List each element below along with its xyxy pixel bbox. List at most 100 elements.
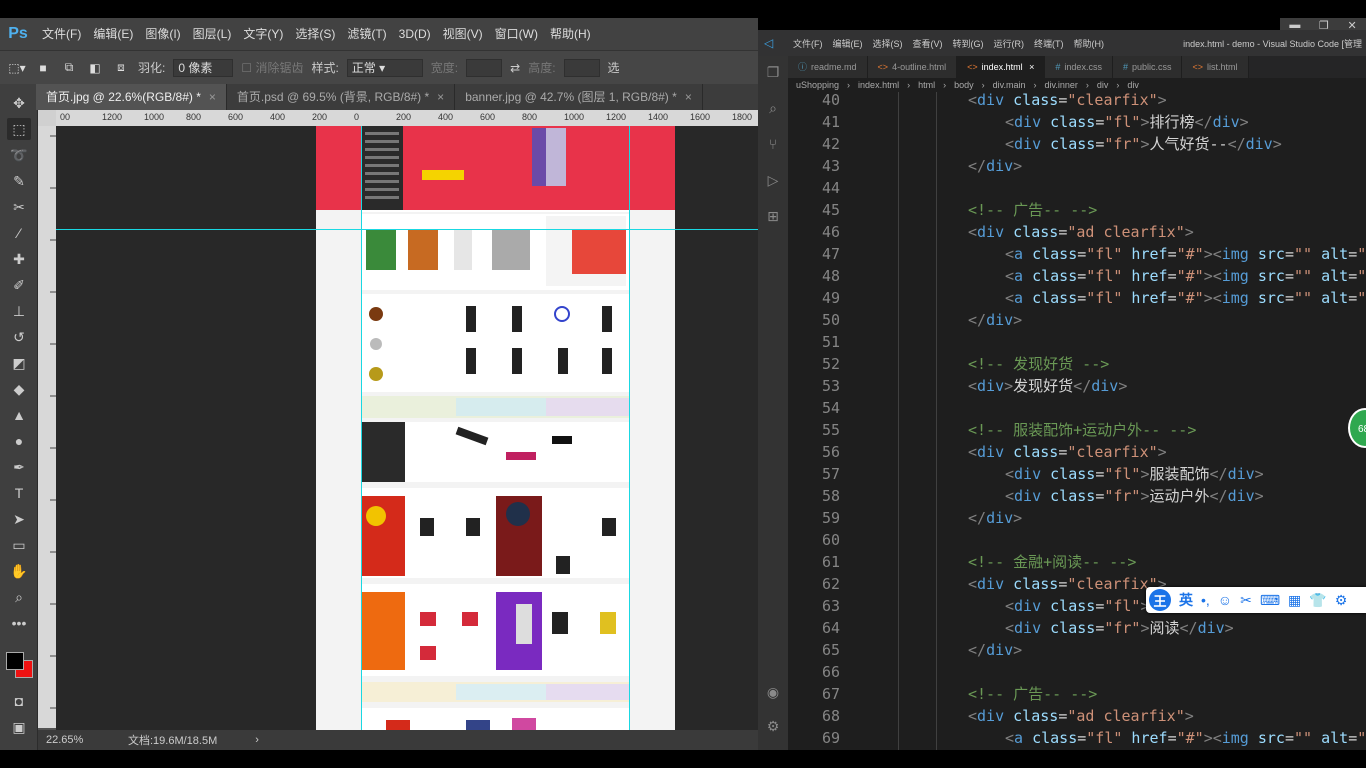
extensions-icon[interactable]: ⊞ (763, 206, 783, 226)
breadcrumb-item[interactable]: div (1127, 80, 1139, 90)
paint-bucket-icon[interactable]: ◆ (7, 378, 31, 400)
code-line[interactable]: 47 <a class="fl" href="#"><img src="" alt… (788, 243, 1366, 265)
vs-menu-item[interactable]: 编辑(E) (828, 37, 868, 50)
swap-icon[interactable]: ⇄ (510, 61, 520, 75)
ps-menu-item[interactable]: 帮助(H) (544, 18, 597, 50)
intersect-selection-icon[interactable]: ⧈ (112, 59, 130, 77)
ps-doc-tab[interactable]: banner.jpg @ 42.7% (图层 1, RGB/8#) * × (455, 84, 703, 110)
ps-menu-item[interactable]: 窗口(W) (489, 18, 544, 50)
vs-editor-tab[interactable]: # public.css (1112, 56, 1183, 78)
blur-tool-icon[interactable]: ▲ (7, 404, 31, 426)
vs-menu-item[interactable]: 查看(V) (908, 37, 948, 50)
stamp-tool-icon[interactable]: ⊥ (7, 300, 31, 322)
code-line[interactable]: 40 <div class="clearfix"> (788, 92, 1366, 111)
eyedropper-tool-icon[interactable]: ⁄ (7, 222, 31, 244)
settings-gear-icon[interactable]: ⚙ (763, 716, 783, 736)
ime-logo[interactable]: 王 (1149, 589, 1171, 611)
close-icon[interactable]: × (1027, 62, 1034, 72)
code-line[interactable]: 43 </div> (788, 155, 1366, 177)
breadcrumb-item[interactable]: div.inner (1044, 80, 1077, 90)
code-line[interactable]: 55 <!-- 服装配饰+运动户外-- --> (788, 419, 1366, 441)
rectangle-tool-icon[interactable]: ▭ (7, 534, 31, 556)
path-select-icon[interactable]: ➤ (7, 508, 31, 530)
quick-select-tool-icon[interactable]: ✎ (7, 170, 31, 192)
ps-menu-item[interactable]: 文件(F) (36, 18, 87, 50)
code-line[interactable]: 57 <div class="fl">服装配饰</div> (788, 463, 1366, 485)
code-line[interactable]: 46 <div class="ad clearfix"> (788, 221, 1366, 243)
ps-menu-item[interactable]: 视图(V) (437, 18, 489, 50)
history-brush-icon[interactable]: ↺ (7, 326, 31, 348)
breadcrumb-item[interactable]: div.main (993, 80, 1026, 90)
screen-mode-icon[interactable]: ▣ (7, 716, 31, 738)
add-selection-icon[interactable]: ⧉ (60, 59, 78, 77)
ps-menu-item[interactable]: 3D(D) (393, 18, 437, 50)
search-icon[interactable]: ⌕ (763, 98, 783, 118)
ime-skin-icon[interactable]: ▦ (1288, 592, 1301, 609)
dodge-tool-icon[interactable]: ● (7, 430, 31, 452)
vs-menu-item[interactable]: 终端(T) (1029, 37, 1069, 50)
code-line[interactable]: 59 </div> (788, 507, 1366, 529)
lasso-tool-icon[interactable]: ➰ (7, 144, 31, 166)
account-icon[interactable]: ◉ (763, 682, 783, 702)
quick-mask-icon[interactable]: ◘ (7, 690, 31, 712)
vs-menu-item[interactable]: 转到(G) (948, 37, 989, 50)
breadcrumb-item[interactable]: uShopping (796, 80, 839, 90)
vertical-guide-right[interactable] (629, 126, 630, 731)
marquee-tool-icon[interactable]: ⬚▾ (8, 59, 26, 77)
vs-editor-tab[interactable]: # index.css (1045, 56, 1113, 78)
breadcrumb-item[interactable]: html (918, 80, 935, 90)
healing-brush-icon[interactable]: ✚ (7, 248, 31, 270)
ime-keyboard-icon[interactable]: ⌨ (1260, 592, 1280, 609)
vs-editor-tab[interactable]: <> 4-outline.html (867, 56, 958, 78)
ps-doc-tab[interactable]: 首页.psd @ 69.5% (背景, RGB/8#) * × (227, 84, 456, 110)
code-line[interactable]: 56 <div class="clearfix"> (788, 441, 1366, 463)
vs-menu-item[interactable]: 选择(S) (868, 37, 908, 50)
style-select[interactable]: 正常 ▾ (346, 58, 423, 77)
ps-menu-item[interactable]: 编辑(E) (87, 18, 139, 50)
close-icon[interactable]: × (685, 90, 692, 104)
ps-canvas[interactable] (56, 126, 758, 731)
code-line[interactable]: 61 <!-- 金融+阅读-- --> (788, 551, 1366, 573)
foreground-color-swatch[interactable] (6, 652, 24, 670)
vertical-guide-left[interactable] (361, 126, 362, 731)
move-tool-icon[interactable]: ✥ (7, 92, 31, 114)
vs-menu-item[interactable]: 文件(F) (788, 37, 828, 50)
code-line[interactable]: 44 (788, 177, 1366, 199)
vs-editor-tab[interactable]: ⓘ readme.md (788, 56, 868, 78)
vs-editor-tab[interactable]: <> list.html (1182, 56, 1249, 78)
width-input[interactable] (466, 58, 503, 77)
code-line[interactable]: 69 <a class="fl" href="#"><img src="" alt… (788, 727, 1366, 749)
code-line[interactable]: 53 <div>发现好货</div> (788, 375, 1366, 397)
ps-menu-item[interactable]: 选择(S) (289, 18, 341, 50)
code-line[interactable]: 58 <div class="fr">运动户外</div> (788, 485, 1366, 507)
code-line[interactable]: 66 (788, 661, 1366, 683)
marquee-tool-icon[interactable]: ⬚ (7, 118, 31, 140)
horizontal-guide[interactable] (56, 229, 758, 230)
ps-menu-item[interactable]: 图像(I) (139, 18, 186, 50)
vs-menu-item[interactable]: 帮助(H) (1069, 37, 1110, 50)
feather-input[interactable]: 0 像素 (173, 58, 234, 77)
type-tool-icon[interactable]: T (7, 482, 31, 504)
antialias-checkbox[interactable]: ☐ 消除锯齿 (241, 59, 303, 76)
vs-editor-tab[interactable]: <> index.html × (957, 56, 1046, 78)
ime-shirt-icon[interactable]: 👕 (1309, 592, 1326, 609)
code-editor[interactable]: 40 <div class="clearfix"> 41 <div class="fl… (788, 92, 1366, 750)
zoom-tool-icon[interactable]: ⌕ (7, 586, 31, 608)
vs-menu-item[interactable]: 运行(R) (989, 37, 1030, 50)
code-line[interactable]: 50 </div> (788, 309, 1366, 331)
breadcrumb-item[interactable]: body (954, 80, 974, 90)
crop-tool-icon[interactable]: ✂ (7, 196, 31, 218)
pen-tool-icon[interactable]: ✒ (7, 456, 31, 478)
ime-lang-toggle[interactable]: 英 (1179, 590, 1193, 610)
code-line[interactable]: 68 <div class="ad clearfix"> (788, 705, 1366, 727)
ime-settings-icon[interactable]: ⚙ (1335, 592, 1348, 609)
code-line[interactable]: 60 (788, 529, 1366, 551)
zoom-level[interactable]: 22.65% (46, 734, 116, 746)
height-input[interactable] (563, 58, 600, 77)
code-line[interactable]: 51 (788, 331, 1366, 353)
breadcrumb-item[interactable]: index.html (858, 80, 899, 90)
ps-doc-tab[interactable]: 首页.jpg @ 22.6%(RGB/8#) * × (36, 84, 227, 110)
run-debug-icon[interactable]: ▷ (763, 170, 783, 190)
close-icon[interactable]: × (437, 90, 444, 104)
new-selection-icon[interactable]: ■ (34, 59, 52, 77)
